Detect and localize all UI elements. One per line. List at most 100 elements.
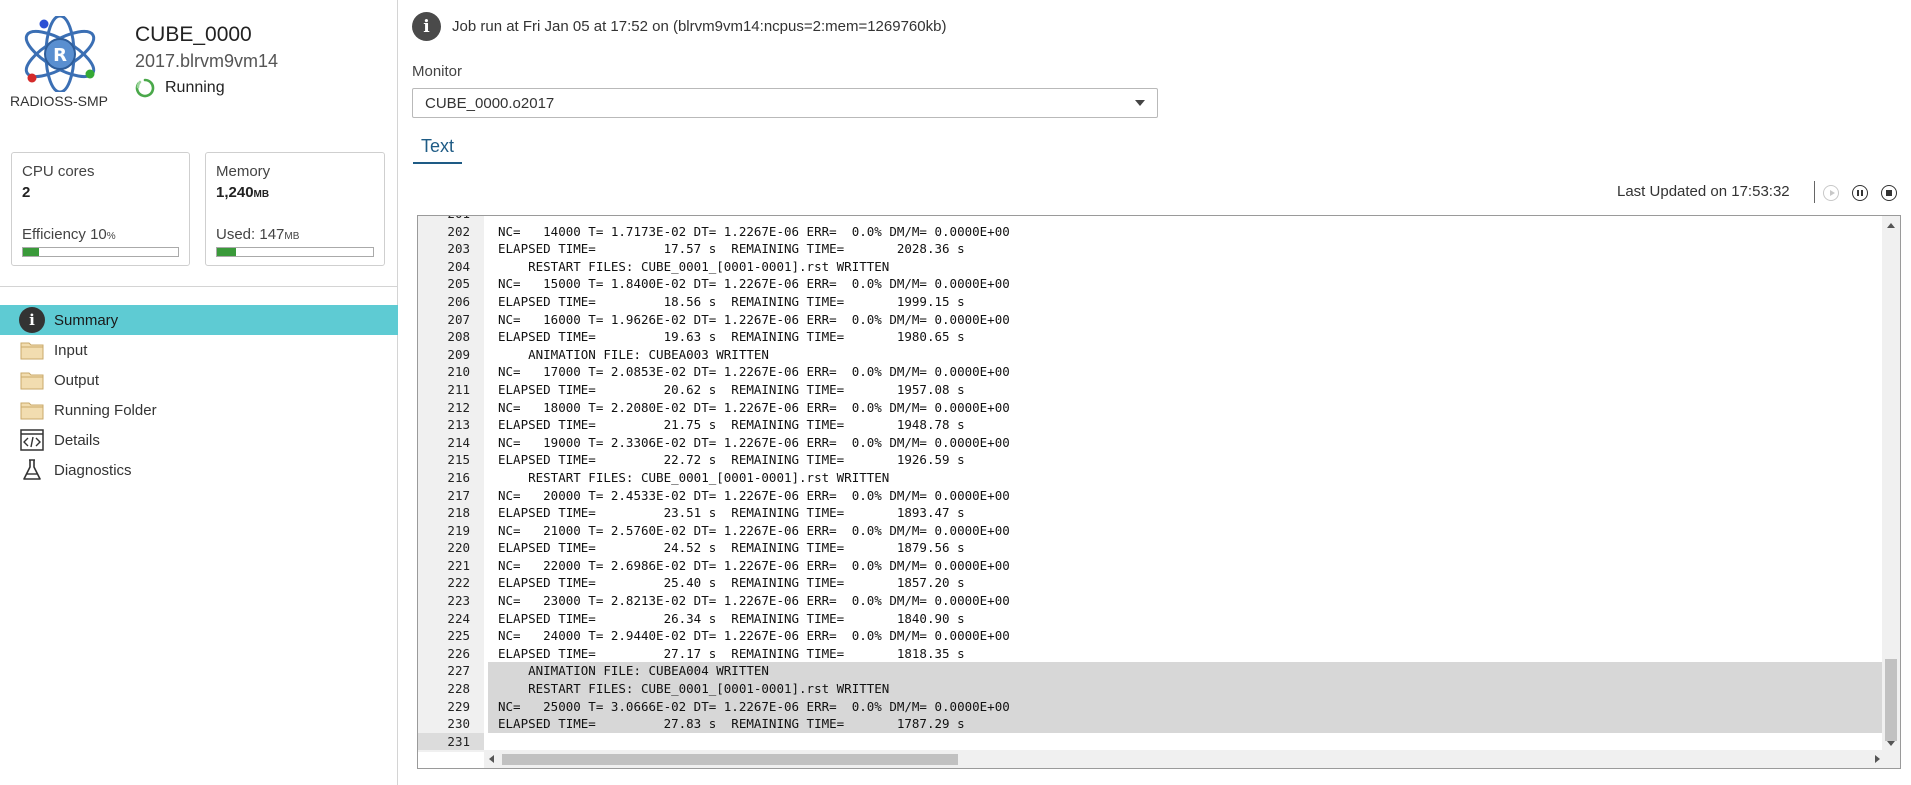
line-number: 228	[447, 681, 470, 697]
chevron-down-icon	[1135, 100, 1145, 106]
log-line: 228 RESTART FILES: CUBE_0001_[0001-0001]…	[418, 680, 1884, 698]
monitor-selected-value: CUBE_0000.o2017	[425, 94, 555, 112]
line-text: NC= 16000 T= 1.9626E-02 DT= 1.2267E-06 E…	[498, 311, 1010, 327]
log-line: 202 NC= 14000 T= 1.7173E-02 DT= 1.2267E-0…	[418, 223, 1884, 241]
running-spinner-icon	[135, 78, 155, 98]
line-text: NC= 18000 T= 2.2080E-02 DT= 1.2267E-06 E…	[498, 399, 1010, 415]
log-line: 203 ELAPSED TIME= 17.57 s REMAINING TIME=…	[418, 240, 1884, 258]
stop-button[interactable]	[1881, 185, 1897, 201]
log-line: 208 ELAPSED TIME= 19.63 s REMAINING TIME=…	[418, 328, 1884, 346]
line-number: 222	[447, 575, 470, 591]
scroll-down-icon[interactable]	[1887, 741, 1895, 746]
log-viewer[interactable]: 201202 NC= 14000 T= 1.7173E-02 DT= 1.2267…	[417, 215, 1901, 769]
monitor-select[interactable]: CUBE_0000.o2017	[412, 88, 1158, 118]
info-icon: i	[412, 12, 441, 41]
line-number: 202	[447, 223, 470, 239]
memory-label: Memory	[216, 163, 271, 180]
sidebar-item-summary[interactable]: i Summary	[0, 305, 398, 335]
log-line: 229 NC= 25000 T= 3.0666E-02 DT= 1.2267E-0…	[418, 697, 1884, 716]
sidebar-item-input[interactable]: Input	[0, 335, 398, 365]
scroll-up-icon[interactable]	[1887, 223, 1895, 228]
sidebar-item-label: Input	[54, 341, 88, 359]
log-line: 209 ANIMATION FILE: CUBEA003 WRITTEN	[418, 346, 1884, 364]
line-number: 210	[447, 364, 470, 380]
line-text: ELAPSED TIME= 23.51 s REMAINING TIME= 18…	[498, 505, 965, 521]
job-header: R RADIOSS-SMP CUBE_0000 2017.blrvm9vm14 …	[0, 0, 398, 140]
log-line: 215 ELAPSED TIME= 22.72 s REMAINING TIME=…	[418, 451, 1884, 469]
line-text: ELAPSED TIME= 20.62 s REMAINING TIME= 19…	[498, 381, 965, 397]
line-number: 219	[447, 522, 470, 538]
scroll-left-icon[interactable]	[489, 755, 494, 763]
scroll-right-icon[interactable]	[1875, 755, 1880, 763]
line-text: ELAPSED TIME= 27.83 s REMAINING TIME= 17…	[488, 715, 1884, 733]
job-info-banner: i Job run at Fri Jan 05 at 17:52 on (blr…	[412, 12, 946, 41]
line-text: ELAPSED TIME= 17.57 s REMAINING TIME= 20…	[498, 241, 965, 257]
folder-icon	[19, 398, 45, 422]
play-icon	[1829, 190, 1835, 196]
horizontal-scroll-thumb[interactable]	[502, 754, 958, 765]
sidebar-item-diagnostics[interactable]: Diagnostics	[0, 455, 398, 485]
vertical-scrollbar[interactable]	[1882, 216, 1900, 752]
line-text: ELAPSED TIME= 26.34 s REMAINING TIME= 18…	[498, 610, 965, 626]
sidebar-item-label: Summary	[54, 311, 119, 329]
horizontal-scrollbar[interactable]	[484, 750, 1900, 768]
log-line: 211 ELAPSED TIME= 20.62 s REMAINING TIME=…	[418, 381, 1884, 399]
stop-icon	[1886, 190, 1892, 196]
radioss-logo-icon: R	[24, 16, 96, 92]
log-line: 217 NC= 20000 T= 2.4533E-02 DT= 1.2267E-0…	[418, 487, 1884, 505]
efficiency-bar	[22, 247, 179, 257]
line-text: RESTART FILES: CUBE_0001_[0001-0001].rst…	[498, 469, 890, 485]
line-number: 207	[447, 311, 470, 327]
play-button[interactable]	[1823, 185, 1839, 201]
sidebar-item-label: Output	[54, 371, 100, 389]
line-text: NC= 17000 T= 2.0853E-02 DT= 1.2267E-06 E…	[498, 364, 1010, 380]
log-line: 207 NC= 16000 T= 1.9626E-02 DT= 1.2267E-0…	[418, 311, 1884, 329]
log-line: 214 NC= 19000 T= 2.3306E-02 DT= 1.2267E-0…	[418, 434, 1884, 452]
line-number: 213	[447, 417, 470, 433]
app-root: R RADIOSS-SMP CUBE_0000 2017.blrvm9vm14 …	[0, 0, 1911, 785]
job-name: CUBE_0000	[135, 23, 252, 46]
line-text: ELAPSED TIME= 19.63 s REMAINING TIME= 19…	[498, 329, 965, 345]
line-number: 203	[447, 241, 470, 257]
sidebar-item-details[interactable]: Details	[0, 425, 398, 455]
tab-text[interactable]: Text	[413, 136, 463, 164]
log-line: 201	[418, 216, 1884, 223]
used-value: 147	[259, 226, 285, 243]
memory-value: 1,240MB	[216, 184, 374, 201]
line-number: 215	[447, 452, 470, 468]
folder-icon	[19, 368, 45, 392]
log-line: 230 ELAPSED TIME= 27.83 s REMAINING TIME=…	[418, 715, 1884, 733]
pause-icon	[1857, 190, 1859, 196]
pause-button[interactable]	[1852, 185, 1868, 201]
line-number: 217	[447, 487, 470, 503]
cpu-label: CPU cores	[22, 163, 95, 180]
log-line: 210 NC= 17000 T= 2.0853E-02 DT= 1.2267E-0…	[418, 363, 1884, 381]
memory-bar-fill	[217, 248, 236, 256]
line-number: 225	[447, 628, 470, 644]
svg-text:R: R	[53, 45, 67, 66]
line-number: 216	[447, 469, 470, 485]
job-id: 2017.blrvm9vm14	[135, 51, 279, 71]
log-line: 213 ELAPSED TIME= 21.75 s REMAINING TIME=…	[418, 416, 1884, 434]
sidebar-item-label: Running Folder	[54, 401, 157, 419]
job-info-text: Job run at Fri Jan 05 at 17:52 on (blrvm…	[452, 18, 947, 35]
nav-divider	[0, 286, 398, 287]
used-unit: MB	[284, 231, 300, 242]
line-text: NC= 25000 T= 3.0666E-02 DT= 1.2267E-06 E…	[488, 697, 1884, 716]
log-line: 231	[418, 732, 1884, 751]
info-icon: i	[19, 307, 45, 333]
vertical-scroll-thumb[interactable]	[1885, 659, 1897, 741]
sidebar-item-output[interactable]: Output	[0, 365, 398, 395]
sidebar-item-running-folder[interactable]: Running Folder	[0, 395, 398, 425]
sidebar-item-label: Details	[54, 431, 100, 449]
cpu-value: 2	[22, 184, 31, 201]
line-number: 229	[447, 698, 470, 714]
log-lines: 201202 NC= 14000 T= 1.7173E-02 DT= 1.2267…	[418, 216, 1884, 751]
flask-icon	[19, 458, 45, 482]
log-line: 212 NC= 18000 T= 2.2080E-02 DT= 1.2267E-0…	[418, 399, 1884, 417]
line-number: 223	[447, 593, 470, 609]
used-label: Used:	[216, 226, 256, 243]
memory-bar	[216, 247, 374, 257]
log-line: 204 RESTART FILES: CUBE_0001_[0001-0001]…	[418, 258, 1884, 276]
line-text: ELAPSED TIME= 22.72 s REMAINING TIME= 19…	[498, 452, 965, 468]
